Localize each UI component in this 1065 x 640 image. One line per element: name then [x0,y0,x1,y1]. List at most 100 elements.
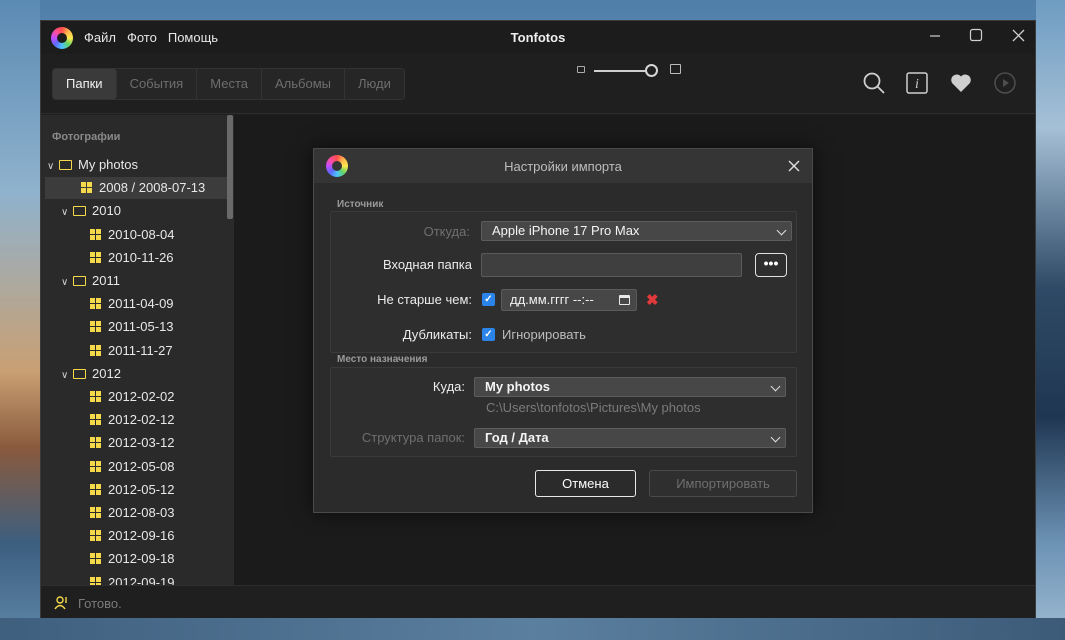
heart-icon[interactable] [949,71,973,95]
duplicates-label: Дубликаты: [402,327,472,342]
dialog-title-bar: Настройки импорта [314,149,812,183]
chevron-down-icon [776,225,787,236]
tab-folders[interactable]: Папки [53,69,117,99]
tree-album[interactable]: 2012-02-02 [41,386,227,408]
import-settings-dialog: Настройки импорта Источник Откуда: Apple… [313,148,813,513]
album-grid-icon [90,391,101,402]
tree-item-label: 2010-11-26 [108,249,174,265]
folder-structure-value: Год / Дата [485,430,549,445]
chevron-down-icon[interactable]: ∨ [61,272,71,294]
status-text: Готово. [78,596,122,611]
tree-album[interactable]: 2011-05-13 [41,316,227,338]
album-grid-icon [90,298,101,310]
not-older-date-input[interactable]: дд.мм.гггг --:-- [501,289,637,311]
close-icon [1012,29,1024,42]
tree-album[interactable]: 2010-08-04 [41,224,227,246]
album-grid-icon [90,321,101,333]
folder-structure-select[interactable]: Год / Дата [474,428,786,448]
tree-album[interactable]: 2012-02-12 [41,409,227,431]
status-person-icon [54,596,68,613]
chevron-down-icon[interactable]: ∨ [61,365,71,387]
album-grid-icon [90,530,101,542]
maximize-button[interactable] [961,25,991,51]
duplicates-option-label: Игнорировать [502,327,586,342]
menu-file[interactable]: Файл [84,30,116,45]
play-icon[interactable] [993,71,1017,95]
sidebar-scrollbar[interactable] [227,115,233,219]
tree-album[interactable]: 2012-05-12 [41,479,227,501]
tree-folder[interactable]: ∨ 2010 [41,200,227,222]
tree-album[interactable]: 2012-09-19 [41,572,227,585]
browse-folder-button[interactable]: ••• [755,253,787,277]
tab-events[interactable]: События [117,69,198,99]
folder-icon [59,160,72,170]
not-older-checkbox[interactable]: ✓ [482,293,495,306]
tree-item-label: 2012-02-12 [108,412,175,428]
svg-text:i: i [915,77,919,92]
duplicates-checkbox[interactable]: ✓ [482,328,495,341]
tree-album[interactable]: 2008 / 2008-07-13 [45,177,227,200]
tree-item-label: 2012-03-12 [108,435,175,451]
album-grid-icon [90,507,101,518]
tree-item-label: 2011 [92,273,120,288]
import-button[interactable]: Импортировать [649,470,797,497]
tree-album[interactable]: 2010-11-26 [41,247,227,269]
app-logo-icon [51,27,73,49]
tree-album[interactable]: 2011-11-27 [41,340,227,362]
tree-item-label: 2011-05-13 [108,319,174,335]
from-select[interactable]: Apple iPhone 17 Pro Max [481,221,792,241]
album-grid-icon [90,344,101,356]
input-folder-field[interactable] [481,253,742,277]
album-grid-icon [90,414,101,426]
destination-group-label: Место назначения [337,354,428,365]
tree-album[interactable]: 2012-03-12 [41,432,227,454]
tree-folder[interactable]: ∨ My photos [41,154,227,176]
tree-folder[interactable]: ∨ 2011 [41,270,227,292]
desktop-background-bottom [0,618,1065,640]
menu-photo[interactable]: Фото [127,30,157,45]
album-grid-icon [81,182,92,194]
tree-album[interactable]: 2012-08-03 [41,502,227,524]
tree-item-label: 2012-09-16 [108,528,175,544]
tab-places[interactable]: Места [197,69,262,99]
album-grid-icon [90,576,101,585]
zoom-track[interactable] [594,70,652,72]
to-select[interactable]: My photos [474,377,786,397]
chevron-down-icon [770,381,781,392]
tree-item-label: 2008 / 2008-07-13 [99,180,206,196]
tree-item-label: 2012-09-18 [108,551,175,567]
zoom-handle[interactable] [645,64,658,77]
tab-people[interactable]: Люди [345,69,404,99]
tree-album[interactable]: 2011-04-09 [41,293,227,315]
menu-help[interactable]: Помощь [168,30,218,45]
large-thumbnail-icon [670,64,681,74]
calendar-icon [619,295,630,305]
close-window-button[interactable] [1003,25,1033,51]
cancel-button[interactable]: Отмена [535,470,636,497]
sidebar-header: Фотографии [52,131,121,143]
tree-item-label: 2012-05-12 [108,481,175,497]
tree-item-label: 2011-04-09 [108,296,174,312]
tab-albums[interactable]: Альбомы [262,69,345,99]
input-folder-label: Входная папка [383,257,472,272]
chevron-down-icon[interactable]: ∨ [47,156,57,178]
dialog-close-button[interactable] [782,154,806,178]
tree-item-label: 2010 [92,203,121,219]
tree-album[interactable]: 2012-09-16 [41,525,227,547]
clear-date-icon[interactable]: ✖ [646,291,659,309]
album-grid-icon [90,553,101,565]
tree-album[interactable]: 2012-05-08 [41,456,227,478]
folder-icon [73,206,86,217]
tree-folder[interactable]: ∨ 2012 [41,363,227,385]
tree-item-label: 2010-08-04 [108,226,175,242]
date-placeholder: дд.мм.гггг --:-- [510,292,594,307]
tree-item-label: 2012-05-08 [108,458,175,474]
chevron-down-icon[interactable]: ∨ [61,202,71,224]
tree-album[interactable]: 2012-09-18 [41,548,227,570]
tree-item-label: 2012-08-03 [108,505,175,520]
minimize-button[interactable] [920,25,950,51]
info-icon[interactable]: i [905,71,929,95]
title-bar: Файл Фото Помощь Tonfotos [41,21,1035,54]
desktop-background-right [1036,0,1065,640]
search-icon[interactable] [862,71,886,95]
